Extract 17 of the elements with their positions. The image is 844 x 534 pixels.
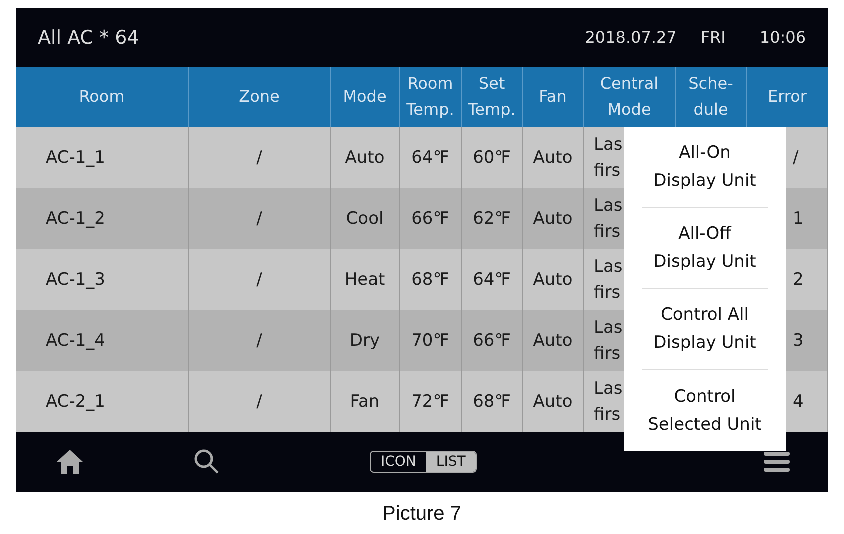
view-tab[interactable]: LIST [426,452,476,472]
view-tab[interactable]: ICON [371,452,426,472]
weekday: FRI [700,28,726,47]
room-temp-cell: 72℉ [400,371,462,432]
zone-cell: / [189,371,331,432]
figure-caption: Picture 7 [382,503,462,526]
fan-cell: Auto [523,371,584,432]
mode-cell: Fan [331,371,400,432]
home-icon[interactable] [56,449,84,475]
room-cell: AC-2_1 [16,371,189,432]
column-header: Error [767,86,808,108]
search-icon[interactable] [194,449,220,475]
set-temp-cell: 68℉ [462,371,523,432]
screen-title: All AC * 64 [38,26,140,48]
date: 2018.07.27 [585,28,677,47]
menu-icon[interactable] [764,451,790,473]
clock: 10:06 [760,28,806,47]
